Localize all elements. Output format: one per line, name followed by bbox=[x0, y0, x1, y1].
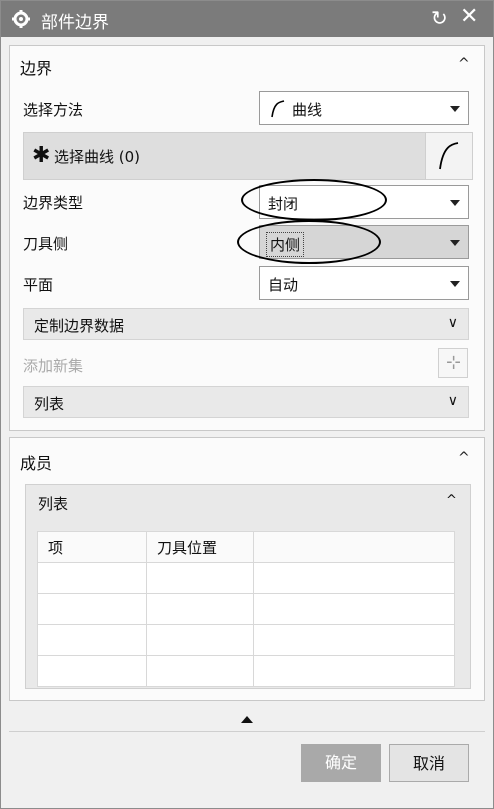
plane-value: 自动 bbox=[268, 276, 299, 294]
collapse-triangle-icon[interactable] bbox=[241, 716, 253, 723]
expand-chevron-icon: ∨ bbox=[447, 393, 458, 409]
column-header-tool-position[interactable]: 刀具位置 bbox=[146, 531, 254, 563]
members-table: 项 刀具位置 bbox=[37, 531, 455, 687]
custom-boundary-data-label: 定制边界数据 bbox=[34, 317, 125, 335]
custom-boundary-data-row[interactable]: 定制边界数据 ∨ bbox=[23, 308, 469, 340]
curve-select-button[interactable] bbox=[425, 133, 472, 179]
annotation-oval bbox=[241, 179, 387, 221]
members-list-title: 列表 bbox=[38, 495, 69, 513]
add-set-icon: ⊹ bbox=[446, 352, 462, 373]
plane-label: 平面 bbox=[23, 276, 54, 294]
boundary-type-label: 边界类型 bbox=[23, 194, 84, 212]
ok-button[interactable]: 确定 bbox=[301, 744, 381, 782]
dialog-title: 部件边界 bbox=[41, 13, 109, 33]
part-boundary-dialog: 部件边界 ↻ ✕ 边界 ^ 选择方法 曲线 ✱ 选择曲线 (0) 边界类型 封闭… bbox=[0, 0, 494, 809]
expand-chevron-icon: ∨ bbox=[447, 315, 458, 331]
dropdown-arrow-icon bbox=[450, 200, 460, 206]
select-method-value: 曲线 bbox=[292, 101, 323, 119]
select-curve-row[interactable]: ✱ 选择曲线 (0) bbox=[23, 132, 473, 180]
cancel-button[interactable]: 取消 bbox=[389, 744, 469, 782]
select-method-label: 选择方法 bbox=[23, 101, 84, 119]
annotation-oval bbox=[237, 220, 381, 264]
select-method-dropdown[interactable]: 曲线 bbox=[259, 91, 469, 125]
dropdown-arrow-icon bbox=[450, 240, 460, 246]
add-new-set-button[interactable]: ⊹ bbox=[438, 348, 468, 378]
boundary-list-row[interactable]: 列表 ∨ bbox=[23, 386, 469, 418]
required-star-icon: ✱ bbox=[32, 143, 51, 168]
close-icon[interactable]: ✕ bbox=[460, 4, 478, 29]
add-new-set-label: 添加新集 bbox=[23, 357, 84, 375]
collapse-chevron-icon[interactable]: ^ bbox=[446, 493, 457, 508]
table-row[interactable] bbox=[37, 655, 455, 687]
column-header-empty bbox=[253, 531, 455, 563]
column-header-item[interactable]: 项 bbox=[37, 531, 147, 563]
members-section-title: 成员 bbox=[20, 454, 53, 473]
reset-icon[interactable]: ↻ bbox=[431, 6, 448, 30]
table-header-row: 项 刀具位置 bbox=[37, 531, 455, 563]
divider bbox=[9, 731, 485, 732]
table-row[interactable] bbox=[37, 624, 455, 656]
plane-dropdown[interactable]: 自动 bbox=[259, 266, 469, 300]
table-row[interactable] bbox=[37, 562, 455, 594]
dropdown-arrow-icon bbox=[450, 281, 460, 287]
boundary-list-label: 列表 bbox=[34, 395, 65, 413]
boundary-section-title: 边界 bbox=[20, 59, 53, 78]
gear-icon[interactable] bbox=[11, 9, 31, 29]
collapse-chevron-icon[interactable]: ^ bbox=[458, 450, 470, 466]
table-row[interactable] bbox=[37, 593, 455, 625]
select-curve-label: 选择曲线 (0) bbox=[54, 148, 141, 166]
curve-icon bbox=[439, 142, 459, 170]
tool-side-label: 刀具侧 bbox=[23, 235, 69, 253]
dropdown-arrow-icon bbox=[450, 106, 460, 112]
collapse-chevron-icon[interactable]: ^ bbox=[458, 56, 470, 72]
title-bar[interactable]: 部件边界 ↻ ✕ bbox=[1, 1, 493, 37]
curve-icon bbox=[271, 100, 285, 118]
